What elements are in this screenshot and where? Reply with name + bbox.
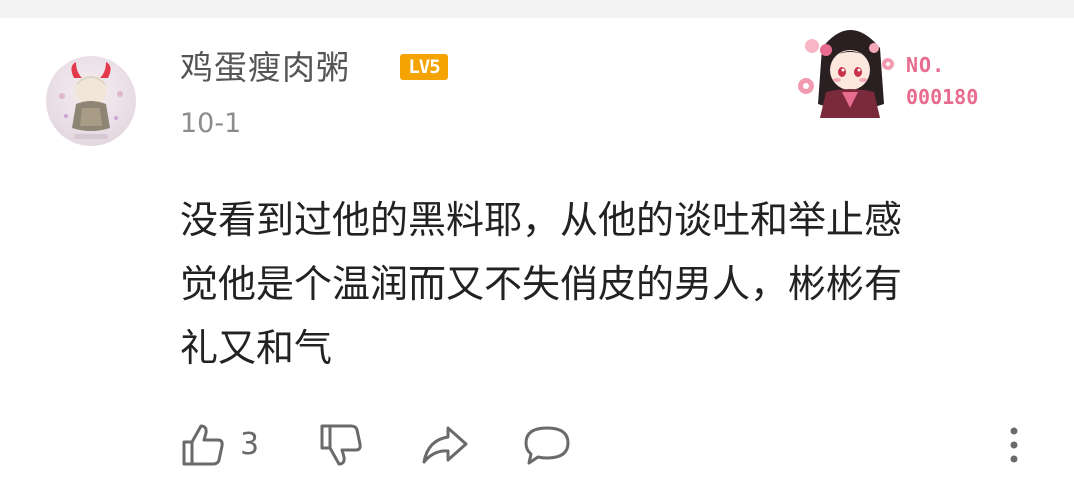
comment-text: 没看到过他的黑料耶，从他的谈吐和举止感 觉他是个温润而又不失俏皮的男人，彬彬有 …	[180, 188, 1040, 380]
share-icon	[422, 426, 468, 464]
fan-badge-number: 000180	[906, 85, 979, 109]
level-badge: LV5	[400, 54, 448, 80]
like-count: 3	[240, 427, 260, 462]
more-vertical-icon	[1010, 427, 1018, 463]
top-divider-bar	[0, 0, 1074, 18]
dislike-button[interactable]	[318, 420, 364, 470]
user-avatar[interactable]	[46, 56, 136, 146]
more-options-button[interactable]	[1004, 420, 1024, 470]
avatar-illustration	[59, 62, 123, 139]
like-button[interactable]: 3	[180, 420, 259, 470]
username[interactable]: 鸡蛋瘦肉粥	[180, 46, 350, 90]
fan-badge-label: NO.	[906, 53, 946, 77]
comment-icon	[524, 426, 570, 465]
comment-text-line: 没看到过他的黑料耶，从他的谈吐和举止感	[180, 198, 903, 242]
share-button[interactable]	[420, 420, 470, 470]
reply-button[interactable]	[522, 420, 572, 470]
comment-date: 10-1	[180, 108, 242, 139]
comment-text-line: 觉他是个温润而又不失俏皮的男人，彬彬有	[180, 262, 903, 306]
comment-text-line: 礼又和气	[180, 326, 333, 370]
thumbs-up-icon	[182, 424, 224, 466]
thumbs-down-icon	[320, 424, 362, 466]
